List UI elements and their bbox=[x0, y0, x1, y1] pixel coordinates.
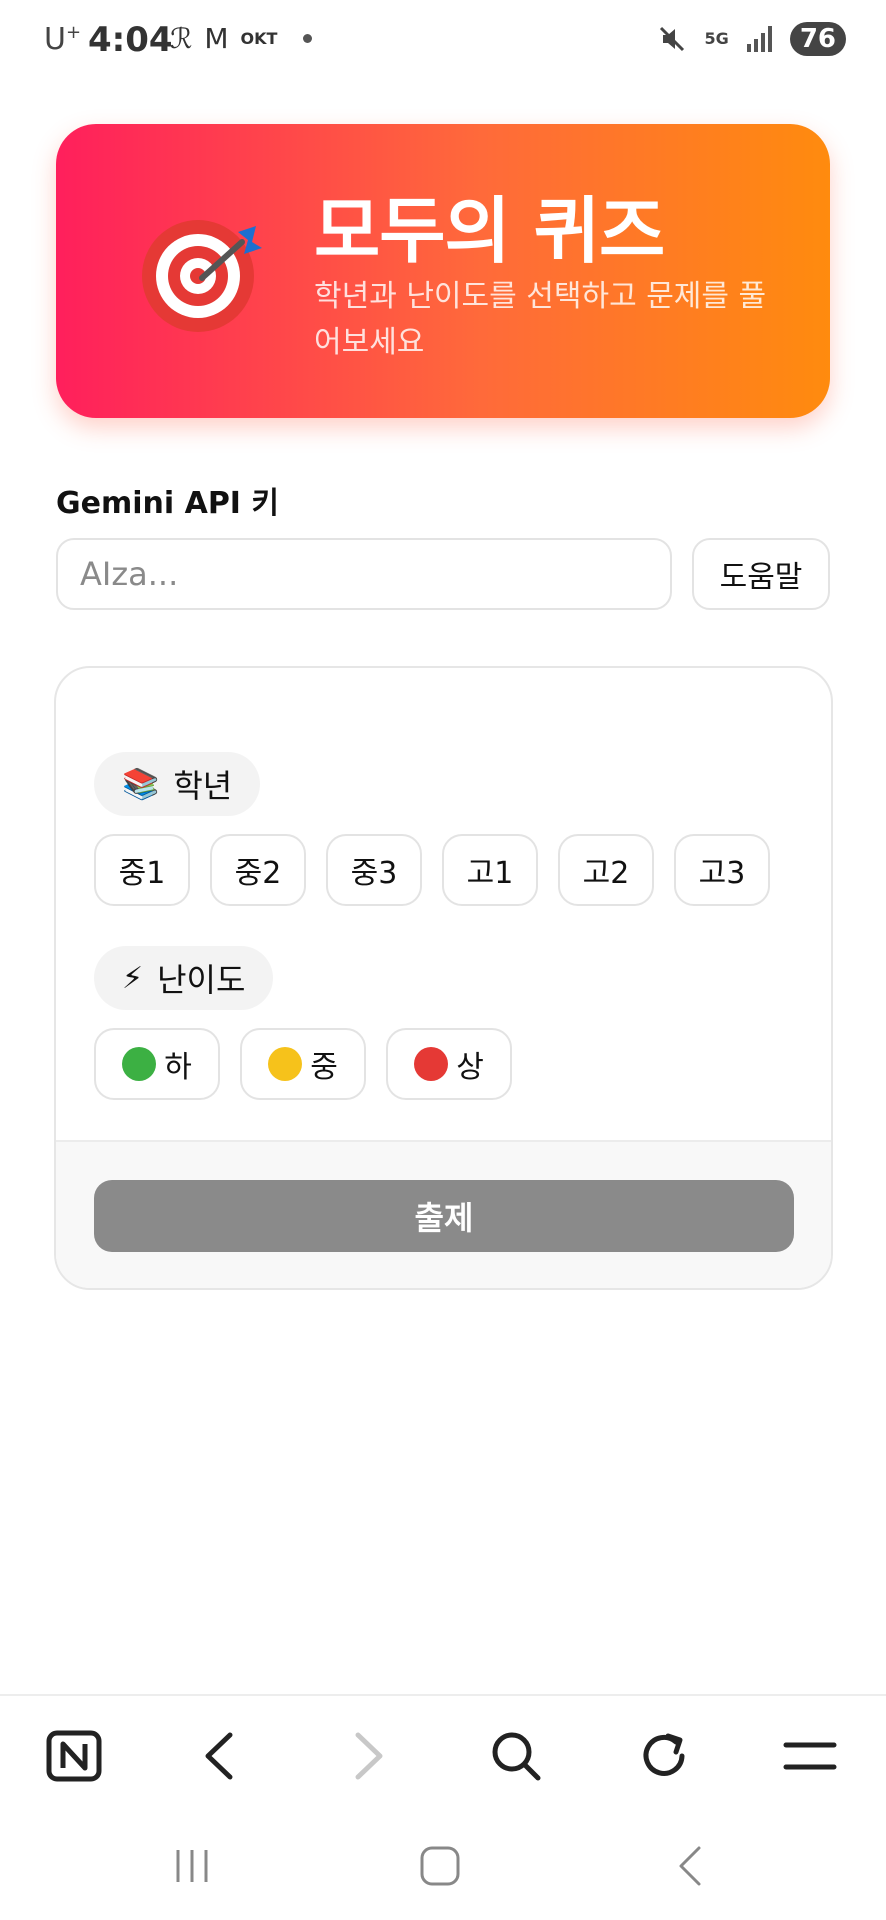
help-button[interactable]: 도움말 bbox=[692, 538, 830, 610]
grade-label: 학년 bbox=[173, 767, 233, 805]
back-icon[interactable] bbox=[182, 1718, 258, 1794]
target-dart-icon bbox=[142, 220, 262, 332]
app-notification-icon: ℛ bbox=[170, 22, 193, 55]
difficulty-option-hard[interactable]: 상 bbox=[386, 1028, 512, 1100]
card-footer: 출제 bbox=[56, 1140, 831, 1288]
quiz-settings-card: 📚 학년 중1 중2 중3 고1 고2 고3 ⚡ 난이도 하 중 상 출제 bbox=[54, 666, 833, 1290]
difficulty-option-easy[interactable]: 하 bbox=[94, 1028, 220, 1100]
green-circle-icon bbox=[122, 1047, 157, 1081]
grade-option-m1[interactable]: 중1 bbox=[94, 834, 190, 906]
status-time: 4:04 bbox=[88, 20, 173, 60]
difficulty-option-label: 상 bbox=[456, 1050, 484, 1085]
difficulty-section-label: ⚡ 난이도 bbox=[94, 946, 274, 1010]
yellow-circle-icon bbox=[268, 1047, 303, 1081]
system-status-icons: 5G 76 bbox=[657, 22, 846, 56]
mail-icon: M bbox=[204, 22, 229, 55]
recents-icon[interactable] bbox=[152, 1836, 232, 1896]
home-icon[interactable] bbox=[400, 1836, 480, 1896]
difficulty-option-medium[interactable]: 중 bbox=[240, 1028, 366, 1100]
grade-option-m2[interactable]: 중2 bbox=[210, 834, 306, 906]
menu-icon[interactable] bbox=[772, 1718, 848, 1794]
carrier-label: U+ bbox=[44, 22, 82, 57]
browser-toolbar bbox=[0, 1694, 886, 1814]
difficulty-label: 난이도 bbox=[157, 961, 246, 999]
more-notifications-dot bbox=[303, 34, 313, 43]
notification-icons: ℛ M OKT bbox=[170, 22, 313, 55]
app-title: 모두의 퀴즈 bbox=[314, 189, 665, 273]
signal-icon bbox=[746, 26, 772, 52]
grade-option-h3[interactable]: 고3 bbox=[674, 834, 770, 906]
difficulty-option-label: 중 bbox=[310, 1050, 338, 1085]
forward-icon[interactable] bbox=[330, 1718, 406, 1794]
system-navigation-bar bbox=[0, 1814, 886, 1920]
system-back-icon[interactable] bbox=[650, 1836, 730, 1896]
grade-option-m3[interactable]: 중3 bbox=[326, 834, 422, 906]
books-icon: 📚 bbox=[122, 766, 160, 802]
naver-home-icon[interactable] bbox=[36, 1718, 112, 1794]
battery-indicator: 76 bbox=[789, 22, 846, 56]
network-5g-label: 5G bbox=[704, 29, 729, 48]
grade-option-h1[interactable]: 고1 bbox=[442, 834, 538, 906]
mute-icon bbox=[659, 26, 684, 52]
grade-section-label: 📚 학년 bbox=[94, 752, 261, 816]
page: U+ 4:04 ℛ M OKT 5G 76 모두의 퀴즈 학년과 난이도를 선택… bbox=[0, 0, 886, 1920]
api-key-label: Gemini API 키 bbox=[56, 486, 280, 521]
status-bar: U+ 4:04 ℛ M OKT 5G 76 bbox=[0, 0, 886, 84]
difficulty-option-label: 하 bbox=[164, 1050, 192, 1085]
refresh-icon[interactable] bbox=[626, 1718, 702, 1794]
okt-label: OKT bbox=[240, 29, 278, 48]
lightning-icon: ⚡ bbox=[122, 960, 144, 996]
red-circle-icon bbox=[414, 1047, 449, 1081]
grade-option-h2[interactable]: 고2 bbox=[558, 834, 654, 906]
api-key-input[interactable] bbox=[56, 538, 672, 610]
generate-quiz-button[interactable]: 출제 bbox=[94, 1180, 794, 1252]
app-subtitle: 학년과 난이도를 선택하고 문제를 풀어보세요 bbox=[314, 279, 767, 360]
search-icon[interactable] bbox=[478, 1718, 554, 1794]
hero-banner: 모두의 퀴즈 학년과 난이도를 선택하고 문제를 풀어보세요 bbox=[56, 124, 830, 418]
